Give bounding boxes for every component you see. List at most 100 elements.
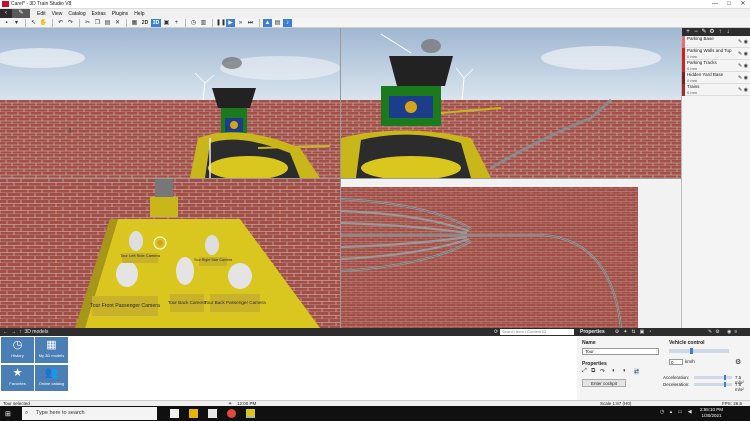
horn-icon[interactable]: ◐ xyxy=(612,368,616,374)
name-input[interactable]: Tour xyxy=(582,348,659,355)
catalog-search-input[interactable]: Search term / Content ID xyxy=(500,329,574,335)
hand-icon[interactable]: ✋ xyxy=(39,19,48,27)
acceleration-slider[interactable] xyxy=(694,376,732,379)
edit-layer-icon[interactable]: ✎ xyxy=(700,28,708,36)
vehicle-settings-icon[interactable]: ⚙ xyxy=(735,358,741,366)
system-tray-icons[interactable]: ◷ ▴ ▭ ◀ xyxy=(660,409,694,415)
viewport-splitter-horizontal[interactable] xyxy=(0,178,681,179)
visibility-eye-icon[interactable]: ✎ ◉ xyxy=(738,75,748,81)
paste-icon[interactable]: ▤ xyxy=(103,19,112,27)
add-icon[interactable]: + xyxy=(172,19,181,27)
document-app-icon[interactable] xyxy=(208,409,217,418)
chrome-browser-icon[interactable] xyxy=(227,409,236,418)
viewport-bottom-right[interactable] xyxy=(341,179,681,328)
vehicle-speed-slider[interactable] xyxy=(669,349,729,353)
visibility-eye-icon[interactable]: ✎ ◉ xyxy=(738,39,748,45)
layer-item-trains[interactable]: Trains 0 mm ✎ ◉ xyxy=(682,84,750,96)
properties-tool-icons[interactable]: ⚙✦⇅▣◔ xyxy=(615,329,656,335)
move-down-icon[interactable]: ↓ xyxy=(724,28,732,36)
save-icon[interactable]: ▪ xyxy=(2,19,11,27)
speed-input[interactable]: 0 xyxy=(669,359,683,365)
menu-edit[interactable]: Edit xyxy=(34,11,49,17)
sound-icon[interactable]: ♪ xyxy=(283,18,292,27)
move-up-icon[interactable]: ↑ xyxy=(716,28,724,36)
file-explorer-icon[interactable] xyxy=(189,409,198,418)
visibility-eye-icon[interactable]: ✎ ◉ xyxy=(738,63,748,69)
catalog-header: ← → ↑ 3D models ⟳ Search term / Content … xyxy=(0,328,577,336)
catalog-tile-my-models[interactable]: ▦ My 3D models xyxy=(35,337,68,363)
couple-icon[interactable]: ⧉ xyxy=(591,368,595,375)
minimize-button[interactable]: — xyxy=(708,0,722,9)
train-studio-app-icon[interactable] xyxy=(246,409,255,418)
back-button[interactable]: ‹ xyxy=(0,9,12,18)
fast-forward-icon[interactable]: » xyxy=(236,19,245,27)
taskbar-search-input[interactable]: ⌕ Type here to search xyxy=(22,407,157,420)
catalog-tile-history[interactable]: ◷ History xyxy=(1,337,34,363)
undo-icon[interactable]: ↶ xyxy=(56,19,65,27)
catalog-tile-online[interactable]: 👥 Online catalog xyxy=(35,365,68,391)
camera-label-front-passenger: Tour Front Passenger Camera xyxy=(90,303,160,309)
menu-catalog[interactable]: Catalog xyxy=(65,11,88,17)
windows-start-icon[interactable]: ⊞ xyxy=(5,410,11,418)
dropdown-icon[interactable]: ▾ xyxy=(12,19,21,27)
calculator-icon[interactable]: ▥ xyxy=(199,19,208,27)
acceleration-slider-handle[interactable] xyxy=(724,375,726,380)
clock-icon: ◷ xyxy=(12,339,23,351)
layer-item-hidden-yard[interactable]: Hidden Yard Base 0 mm ✎ ◉ xyxy=(682,72,750,84)
menu-plugins[interactable]: Plugins xyxy=(109,11,131,17)
remove-layer-icon[interactable]: − xyxy=(692,28,700,36)
enter-cockpit-button[interactable]: Enter cockpit xyxy=(582,379,626,387)
edit-mode-button[interactable]: ✎ xyxy=(12,9,30,18)
catalog-forward-icon[interactable]: → xyxy=(11,329,16,335)
layer-item-parking-walls[interactable]: Parking Walls and Top 0 mm ✎ ◉ xyxy=(682,48,750,60)
train-icon[interactable]: ▣ xyxy=(162,19,171,27)
pause-icon[interactable]: ❚❚ xyxy=(216,19,226,27)
clock-icon[interactable]: ◷ xyxy=(189,19,198,27)
layer-settings-icon[interactable]: ⚙ xyxy=(708,28,716,36)
taskbar-clock[interactable]: 2:55:10 PM 1/30/2021 xyxy=(700,407,723,419)
maximize-button[interactable]: □ xyxy=(722,0,736,9)
catalog-back-icon[interactable]: ← xyxy=(3,329,8,335)
redo-icon[interactable]: ↷ xyxy=(66,19,75,27)
expand-icon[interactable]: ⤢ xyxy=(582,368,587,375)
visibility-eye-icon[interactable]: ✎ ◉ xyxy=(738,51,748,57)
play-icon[interactable]: ▶ xyxy=(226,18,235,27)
viewport-bottom-left[interactable]: Tour Left Side Camera Tour Right Side Ca… xyxy=(0,179,340,328)
deceleration-slider-handle[interactable] xyxy=(724,382,726,387)
layer-item-parking-base[interactable]: Parking Base - ✎ ◉ xyxy=(682,36,750,48)
add-layer-icon[interactable]: + xyxy=(684,28,692,36)
view-2d-button[interactable]: 2D xyxy=(140,19,150,27)
menu-extras[interactable]: Extras xyxy=(89,11,109,17)
properties-title: Properties xyxy=(580,329,605,335)
scene-locomotive-rear-right xyxy=(341,28,681,178)
light-icon[interactable]: ◑ xyxy=(622,368,626,374)
terrain-icon[interactable]: ▲ xyxy=(263,18,272,27)
vehicle-speed-slider-handle[interactable] xyxy=(690,348,693,354)
catalog-up-icon[interactable]: ↑ xyxy=(19,329,22,335)
catalog-tile-favorites[interactable]: ★ Favorites xyxy=(1,365,34,391)
visibility-eye-icon[interactable]: ✎ ◉ xyxy=(738,87,748,93)
close-button[interactable]: ✕ xyxy=(736,0,750,9)
layout-icon[interactable]: ▦ xyxy=(130,19,139,27)
deceleration-slider[interactable] xyxy=(694,383,732,386)
viewport-top-left[interactable] xyxy=(0,28,340,178)
refresh-icon[interactable]: ⟳ xyxy=(494,329,498,335)
delete-icon[interactable]: ✕ xyxy=(113,19,122,27)
grid-view-icon[interactable]: ▤ xyxy=(273,19,282,27)
scene-locomotive-rear-left xyxy=(0,28,340,178)
viewport-top-right[interactable] xyxy=(341,28,681,178)
step-icon[interactable]: ⏭ xyxy=(246,19,255,27)
view-3d-button[interactable]: 3D xyxy=(151,18,161,27)
reverse-icon[interactable]: ⇄ xyxy=(634,368,640,375)
select-icon[interactable]: ↖ xyxy=(29,19,38,27)
menu-help[interactable]: Help xyxy=(131,11,147,17)
cut-icon[interactable]: ✂ xyxy=(83,19,92,27)
layer-item-parking-tracks[interactable]: Parking Tracks 0 mm ✎ ◉ xyxy=(682,60,750,72)
store-app-icon[interactable] xyxy=(170,409,179,418)
direction-icon[interactable]: ↷ xyxy=(600,368,605,375)
copy-icon[interactable]: ❐ xyxy=(93,19,102,27)
name-label: Name xyxy=(582,340,596,346)
menu-view[interactable]: View xyxy=(49,11,66,17)
layer-color-swatch xyxy=(682,60,685,72)
panel-tool-icons[interactable]: ✎⚙ ◉≡ xyxy=(708,329,740,335)
